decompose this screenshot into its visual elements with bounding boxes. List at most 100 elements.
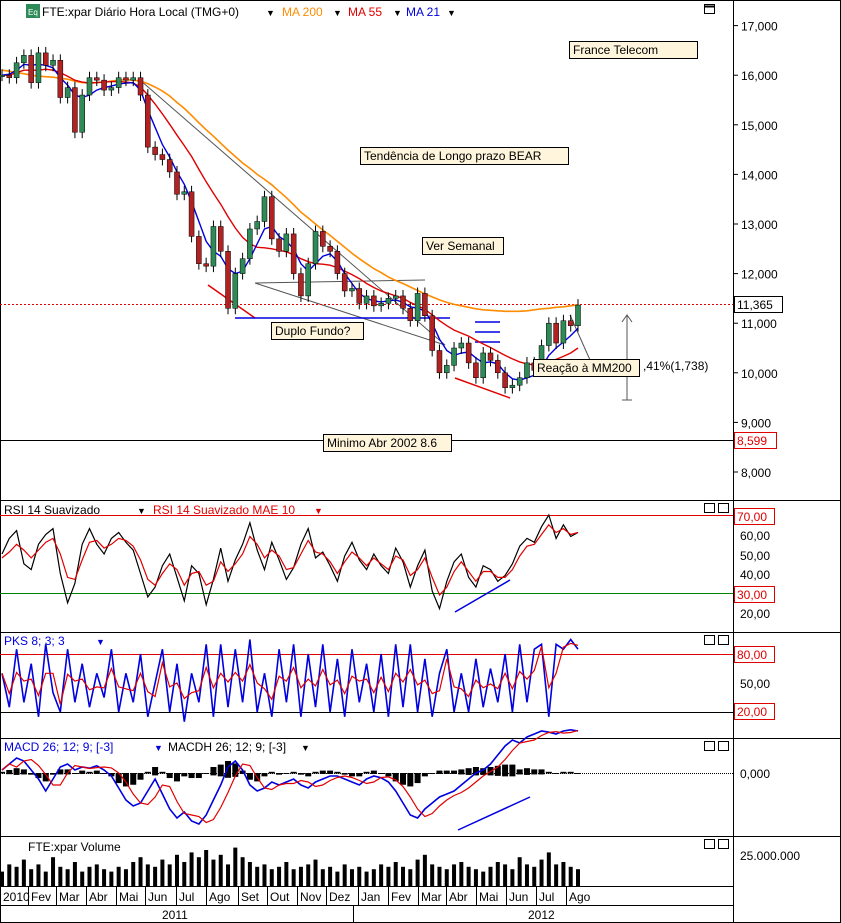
price-candle	[123, 77, 129, 81]
price-candle	[371, 295, 377, 307]
price-candle	[188, 191, 195, 237]
month-label: Abr	[449, 890, 468, 904]
macd-hist-bar	[560, 771, 567, 774]
title-dropdown-icon[interactable]: ▼	[266, 8, 275, 18]
volume-bar	[196, 857, 201, 886]
price-candle	[305, 263, 311, 297]
rsi-divergence-line	[454, 579, 511, 613]
volume-maximize-icon[interactable]	[718, 839, 729, 849]
price-candle	[152, 146, 158, 155]
ma55-label[interactable]: MA 55	[348, 5, 382, 19]
volume-bar	[87, 866, 92, 886]
price-tick-label: 8,000	[741, 466, 771, 480]
macd-hist-bar	[319, 770, 326, 774]
volume-bar	[430, 864, 435, 886]
macd-hist-bar	[567, 771, 574, 774]
volume-bar	[561, 862, 566, 886]
macd-hist-bar	[246, 773, 253, 780]
price-candle	[196, 236, 202, 264]
price-tick-label: 10,000	[741, 367, 778, 381]
price-candle	[232, 273, 239, 309]
ma21-label[interactable]: MA 21	[406, 5, 440, 19]
macd-hist-bar	[451, 770, 458, 774]
macd-hist-bar	[152, 767, 159, 776]
volume-bar	[444, 869, 449, 886]
volume-restore-icon[interactable]	[704, 839, 715, 849]
volume-legend[interactable]: FTE:xpar Volume	[28, 840, 121, 854]
volume-bar	[546, 852, 551, 886]
price-candle	[254, 221, 260, 230]
ma55-dropdown-icon[interactable]: ▼	[393, 8, 402, 18]
annotation-min-2002: Minimo Abr 2002 8.6	[327, 436, 437, 450]
volume-bar	[43, 871, 48, 886]
macd-hist-bar	[173, 773, 180, 782]
price-candle	[203, 263, 209, 267]
annotation-see-weekly: Ver Semanal	[426, 239, 495, 253]
price-candle	[79, 94, 85, 133]
price-candle	[502, 372, 508, 388]
month-label: Mar	[59, 890, 80, 904]
price-candle	[298, 273, 304, 297]
volume-bar	[109, 871, 114, 886]
month-label: Jan	[361, 890, 380, 904]
price-candle	[436, 350, 443, 374]
pks-line	[1, 638, 579, 722]
macd-hist-bar	[370, 770, 377, 774]
price-candle	[57, 60, 64, 98]
price-maximize-icon[interactable]	[704, 4, 715, 14]
price-candle	[225, 251, 231, 309]
macd-hist-bar	[13, 768, 20, 775]
ma200-label[interactable]: MA 200	[282, 5, 323, 19]
macd-restore-icon[interactable]	[704, 741, 715, 751]
volume-bar	[364, 871, 369, 886]
pks-maximize-icon[interactable]	[718, 635, 729, 645]
pks-20-label: 20,00	[737, 705, 767, 719]
volume-bar	[277, 866, 282, 886]
volume-bar	[401, 866, 406, 886]
month-label: Ago	[569, 890, 591, 904]
macd-hist-bar	[79, 770, 86, 774]
rsi-dropdown-icon[interactable]: ▼	[137, 506, 146, 516]
price-tick-label: 12,000	[741, 268, 778, 282]
ma21-dropdown-icon[interactable]: ▼	[447, 8, 456, 18]
macd-legend[interactable]: MACD 26; 12; 9; [-3]	[4, 740, 113, 754]
volume-bar	[437, 866, 442, 886]
month-label: Mai	[479, 890, 498, 904]
volume-bar	[532, 866, 537, 886]
price-candle	[407, 308, 414, 321]
price-candle	[458, 342, 465, 349]
rsi-maximize-icon[interactable]	[718, 503, 729, 513]
price-candle	[174, 171, 180, 195]
macdh-legend[interactable]: MACDH 26; 12; 9; [-3]	[168, 740, 286, 754]
volume-bar	[160, 859, 165, 886]
price-candle	[480, 352, 486, 379]
price-candle	[181, 191, 188, 195]
time-axis: 2010 Fev Mar Abr Mai Jun Jul Ago Set Out Nov Dez Jan…	[0, 886, 591, 923]
rsi-window-icons[interactable]	[704, 503, 729, 513]
price-candle	[108, 87, 115, 91]
volume-bar	[495, 862, 500, 886]
volume-bar	[298, 866, 303, 886]
rsi-mae-dropdown-icon[interactable]: ▼	[314, 506, 323, 516]
annotation-company: France Telecom	[573, 43, 658, 57]
macd-dropdown-icon[interactable]: ▼	[154, 743, 163, 753]
price-candle	[320, 231, 326, 247]
macdh-dropdown-icon[interactable]: ▼	[301, 743, 310, 753]
rsi-legend[interactable]: RSI 14 Suavizado	[4, 503, 100, 517]
rsi-restore-icon[interactable]	[704, 503, 715, 513]
macd-hist-bar	[545, 771, 552, 774]
ma200-dropdown-icon[interactable]: ▼	[333, 8, 342, 18]
macd-hist-bar	[502, 764, 509, 777]
pks-restore-icon[interactable]	[704, 635, 715, 645]
price-candle	[546, 322, 552, 346]
price-candle	[72, 87, 78, 133]
pks-legend[interactable]: PKS 8; 3; 3	[4, 634, 65, 648]
pks-dropdown-icon[interactable]: ▼	[96, 637, 105, 647]
trend-drawings	[0, 79, 733, 441]
rsi-mae-legend[interactable]: RSI 14 Suavizado MAE 10	[153, 503, 295, 517]
instrument-title[interactable]: FTE:xpar Diário Hora Local (TMG+0)	[42, 5, 239, 19]
macd-maximize-icon[interactable]	[718, 741, 729, 751]
price-candle	[363, 295, 370, 304]
volume-bar	[349, 869, 354, 886]
rsi-tick-40: 40,00	[740, 568, 770, 582]
